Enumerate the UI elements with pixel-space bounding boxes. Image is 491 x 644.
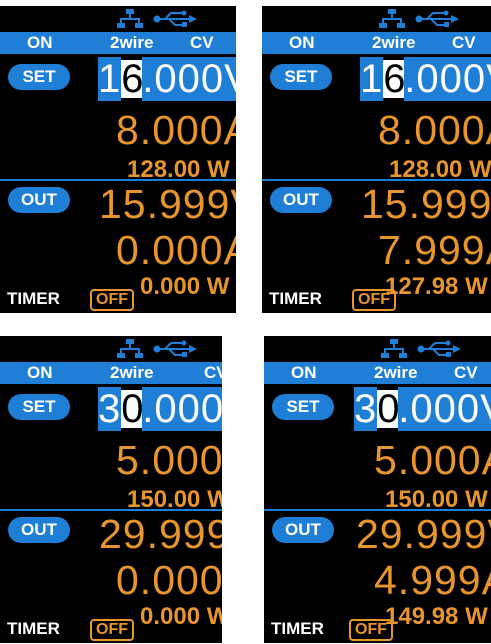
sense-mode: 2wire: [110, 363, 154, 382]
edit-cursor-digit[interactable]: 6: [121, 59, 144, 99]
timer-state[interactable]: OFF: [90, 619, 134, 641]
out-current: 4.999A: [374, 557, 491, 603]
out-voltage: 29.999V: [99, 511, 222, 557]
regulation-mode: CV: [190, 33, 214, 52]
set-voltage-rest: .000V: [142, 57, 236, 101]
edit-cursor-digit[interactable]: 0: [121, 389, 144, 429]
output-state: ON: [27, 33, 53, 52]
display-panel-3: ON 2wire CV SET 30.000V 5.000A 150.00 W …: [0, 336, 222, 643]
set-voltage-digit: 3: [98, 387, 122, 431]
display-panel-4: ON 2wire CV SET 30.000V 5.000A 150.00 W …: [264, 336, 491, 643]
timer-label: TIMER: [269, 289, 322, 308]
output-state: ON: [291, 363, 317, 382]
out-current: 7.999A: [378, 227, 491, 273]
out-badge: OUT: [8, 517, 70, 543]
set-voltage-rest: .000V: [398, 387, 491, 431]
output-state: ON: [27, 363, 53, 382]
set-badge: SET: [8, 64, 70, 90]
network-icon: [379, 9, 405, 28]
usb-icon: [153, 10, 197, 27]
usb-icon: [417, 340, 461, 357]
set-voltage-field[interactable]: 30.000V: [98, 387, 222, 431]
set-voltage-digit: 3: [354, 387, 378, 431]
set-voltage-rest: .000V: [404, 57, 491, 101]
out-badge: OUT: [8, 187, 70, 213]
set-badge: SET: [8, 394, 70, 420]
connection-icons: [0, 6, 236, 32]
set-voltage-field[interactable]: 30.000V: [354, 387, 491, 431]
status-bar: ON 2wire CV: [0, 32, 236, 54]
out-voltage: 15.999V: [99, 181, 236, 227]
out-voltage: 29.999V: [356, 511, 491, 557]
connection-icons: [264, 336, 491, 362]
set-voltage-digit: 1: [98, 57, 122, 101]
usb-icon: [153, 340, 197, 357]
out-badge: OUT: [270, 187, 332, 213]
out-power: 0.000 W: [140, 603, 222, 630]
status-bar: ON 2wire CV: [262, 32, 491, 54]
set-current[interactable]: 8.000A: [378, 108, 491, 152]
out-power: 0.000 W: [140, 273, 230, 300]
out-badge: OUT: [272, 517, 334, 543]
timer-label: TIMER: [271, 619, 324, 638]
set-current[interactable]: 5.000A: [116, 438, 222, 482]
timer-label: TIMER: [7, 619, 60, 638]
out-current: 0.000A: [116, 227, 236, 273]
set-badge: SET: [270, 64, 332, 90]
network-icon: [381, 339, 407, 358]
edit-cursor-digit[interactable]: 6: [383, 59, 406, 99]
set-voltage-field[interactable]: 16.000V: [360, 57, 491, 101]
sense-mode: 2wire: [110, 33, 154, 52]
timer-label: TIMER: [7, 289, 60, 308]
out-voltage: 15.999V: [361, 181, 491, 227]
network-icon: [117, 9, 143, 28]
set-badge: SET: [272, 394, 334, 420]
set-voltage-rest: .000V: [142, 387, 222, 431]
set-voltage-field[interactable]: 16.000V: [98, 57, 236, 101]
connection-icons: [262, 6, 491, 32]
sense-mode: 2wire: [374, 363, 418, 382]
display-panel-1: ON 2wire CV SET 16.000V 8.000A 128.00 W …: [0, 6, 236, 313]
set-voltage-digit: 1: [360, 57, 384, 101]
status-bar: ON 2wire CV: [0, 362, 222, 384]
usb-icon: [415, 10, 459, 27]
timer-state[interactable]: OFF: [349, 619, 393, 641]
connection-icons: [0, 336, 222, 362]
regulation-mode: CV: [204, 363, 222, 382]
network-icon: [117, 339, 143, 358]
status-bar: ON 2wire CV: [264, 362, 491, 384]
display-panel-2: ON 2wire CV SET 16.000V 8.000A 128.00 W …: [262, 6, 491, 313]
output-state: ON: [289, 33, 315, 52]
set-current[interactable]: 8.000A: [116, 108, 236, 152]
timer-state[interactable]: OFF: [352, 289, 396, 311]
out-power: 149.98 W: [385, 603, 488, 630]
edit-cursor-digit[interactable]: 0: [377, 389, 400, 429]
set-current[interactable]: 5.000A: [374, 438, 491, 482]
out-current: 0.000A: [116, 557, 222, 603]
timer-state[interactable]: OFF: [90, 289, 134, 311]
out-power: 127.98 W: [385, 273, 488, 300]
sense-mode: 2wire: [372, 33, 416, 52]
regulation-mode: CV: [454, 363, 478, 382]
regulation-mode: CV: [452, 33, 476, 52]
